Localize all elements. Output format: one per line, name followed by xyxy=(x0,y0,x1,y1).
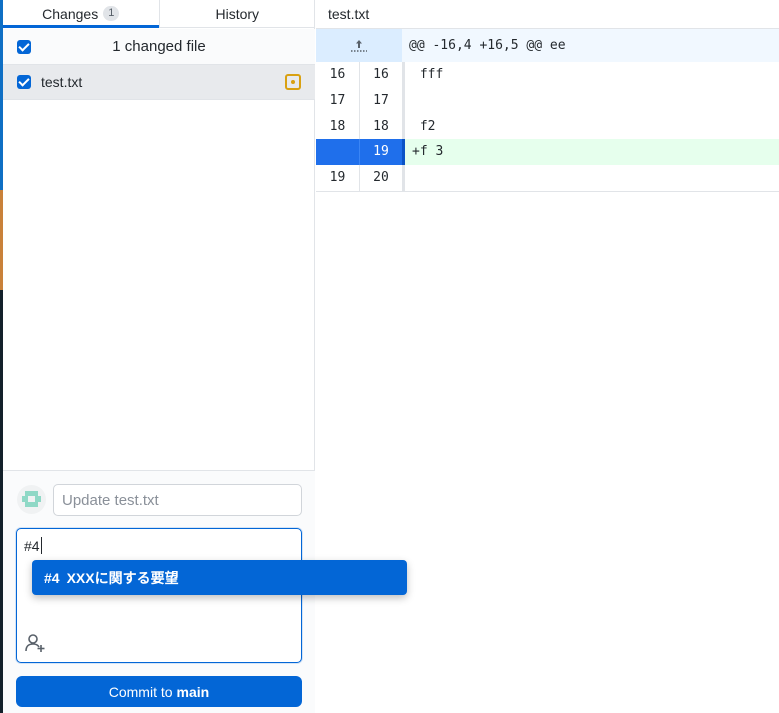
diff-view: test.txt @@ -16,4 +16,5 @@ ee 16 16 fff … xyxy=(316,0,779,713)
app-window: Changes 1 History 1 changed file test.tx… xyxy=(0,0,779,713)
file-modified-icon xyxy=(285,74,301,90)
add-coauthor-icon[interactable] xyxy=(24,632,46,654)
commit-button[interactable]: Commit to main xyxy=(16,676,302,707)
old-line-number: 18 xyxy=(329,119,346,134)
diff-line[interactable]: 17 17 xyxy=(316,88,779,114)
file-name: test.txt xyxy=(41,74,83,90)
file-include-checkbox[interactable] xyxy=(17,75,31,89)
text-caret xyxy=(40,537,42,554)
changed-files-header: 1 changed file xyxy=(3,29,315,65)
hunk-header-row: @@ -16,4 +16,5 @@ ee xyxy=(316,29,779,62)
new-line-number: 19 xyxy=(359,139,402,165)
diff-line-added[interactable]: 19 +f 3 xyxy=(316,139,779,165)
line-content: +f 3 xyxy=(412,144,444,159)
new-line-number: 17 xyxy=(359,88,402,114)
old-line-number: 16 xyxy=(329,67,346,82)
commit-branch-name: main xyxy=(176,683,210,700)
issue-title: XXXに関する要望 xyxy=(66,569,179,586)
sidebar-tabs: Changes 1 History xyxy=(3,0,315,28)
diff-line[interactable]: 18 18 f2 xyxy=(316,114,779,140)
file-list-item[interactable]: test.txt xyxy=(3,65,315,100)
issue-autocomplete-item[interactable]: #4 XXXに関する要望 xyxy=(32,560,407,595)
tab-history-label: History xyxy=(215,5,260,22)
changes-count-badge: 1 xyxy=(103,6,120,21)
commit-description-field[interactable]: #4 xyxy=(16,528,302,663)
old-line-number: 17 xyxy=(329,93,346,108)
diff-divider xyxy=(316,191,779,192)
expand-up-button[interactable] xyxy=(316,29,402,62)
changes-sidebar: Changes 1 History 1 changed file test.tx… xyxy=(3,0,315,713)
diff-file-name: test.txt xyxy=(328,6,370,22)
old-line-number: 19 xyxy=(329,170,346,185)
tab-changes-label: Changes xyxy=(42,5,99,22)
hunk-header-text: @@ -16,4 +16,5 @@ ee xyxy=(409,38,566,53)
tab-history[interactable]: History xyxy=(158,0,316,27)
new-line-number: 20 xyxy=(359,165,402,191)
new-line-number: 16 xyxy=(359,62,402,88)
line-content: f2 xyxy=(412,119,436,134)
expand-up-icon xyxy=(351,39,367,52)
commit-summary-input[interactable] xyxy=(53,484,302,516)
new-line-number: 18 xyxy=(359,114,402,140)
diff-line[interactable]: 19 20 xyxy=(316,165,779,191)
diff-file-header: test.txt xyxy=(316,0,779,29)
commit-button-label: Commit to xyxy=(108,683,173,700)
commit-description-text: #4 xyxy=(24,538,40,554)
avatar xyxy=(17,485,46,514)
line-content xyxy=(405,88,420,114)
select-all-checkbox[interactable] xyxy=(17,40,31,54)
changed-files-count: 1 changed file xyxy=(112,38,206,55)
old-line-number xyxy=(316,139,359,165)
issue-number: #4 xyxy=(44,569,60,586)
diff-line[interactable]: 16 16 fff xyxy=(316,62,779,88)
line-content xyxy=(405,165,420,191)
tab-changes[interactable]: Changes 1 xyxy=(3,0,159,28)
line-content: fff xyxy=(412,67,444,82)
